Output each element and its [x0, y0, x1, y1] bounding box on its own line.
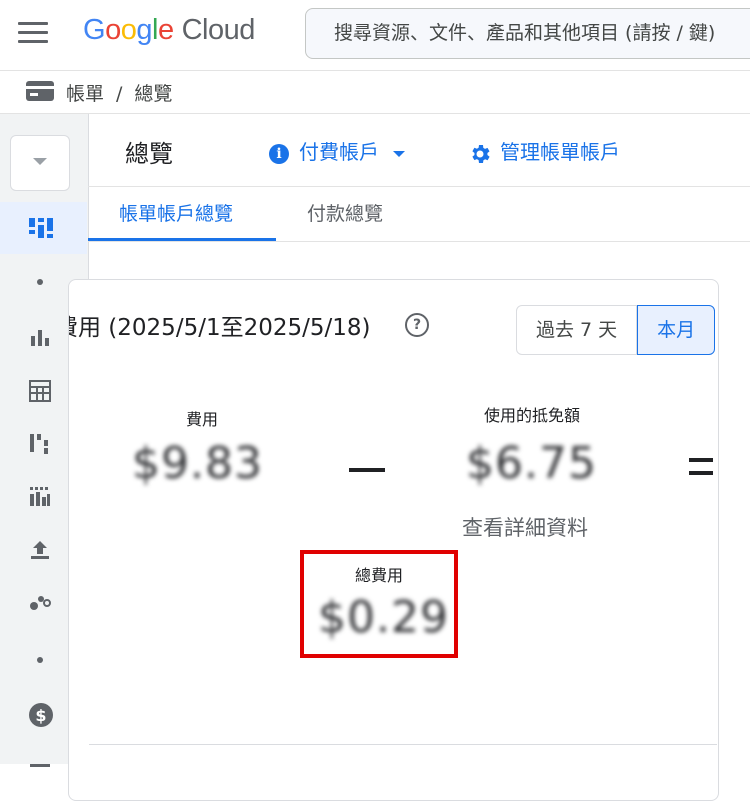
tab-bar: 帳單帳戶總覽 付款總覽 [88, 187, 750, 242]
waterfall-chart-icon [30, 434, 48, 454]
total-cost-label: 總費用 [354, 566, 403, 585]
logo-letter: G [83, 14, 106, 46]
tab-billing-account-overview[interactable]: 帳單帳戶總覽 [119, 187, 233, 241]
range-this-month-button[interactable]: 本月 [637, 305, 716, 355]
manage-billing-accounts-button[interactable]: 管理帳單帳戶 [468, 136, 620, 166]
nodes-icon [30, 596, 51, 610]
manage-billing-accounts-label: 管理帳單帳戶 [500, 140, 620, 164]
cost-card-title: 費用 (2025/5/1至2025/5/18) [68, 315, 371, 341]
logo-letter: e [157, 14, 174, 46]
rail-item-overview[interactable] [0, 202, 87, 254]
cost-value: $9.83 [132, 438, 263, 489]
range-last-7-days-button[interactable]: 過去 7 天 [516, 305, 638, 355]
dollar-icon: $ [29, 703, 53, 727]
card-divider [89, 744, 717, 745]
breadcrumb-text: 帳單 / 總覽 [66, 79, 172, 106]
equals-sign [689, 458, 713, 484]
logo-cloud-text: Cloud [181, 14, 256, 46]
credits-label: 使用的抵免額 [483, 406, 580, 425]
logo-letter: o [105, 14, 121, 46]
active-tab-indicator [88, 238, 276, 241]
billing-account-dropdown[interactable]: i 付費帳戶 [269, 136, 405, 164]
list-icon [30, 764, 50, 767]
total-cost-amount: $0.29 [318, 592, 449, 643]
view-details-link[interactable]: 查看詳細資料 [462, 512, 588, 542]
menu-icon[interactable] [18, 22, 48, 48]
rail-dropdown-button[interactable] [10, 135, 70, 191]
billing-card-icon [26, 81, 54, 101]
dotted-bar-chart-icon [30, 487, 50, 506]
total-cost-highlight: 總費用 $0.29 [300, 550, 458, 658]
breadcrumb-separator: / [116, 83, 123, 105]
caret-down-icon [393, 150, 405, 157]
info-icon: i [269, 143, 289, 164]
cost-label: 費用 [185, 410, 218, 429]
cost-amount: $9.83 [132, 438, 263, 489]
tab-payment-overview[interactable]: 付款總覽 [307, 187, 383, 241]
credits-value: $6.75 [466, 438, 597, 489]
cost-summary-card: 費用 (2025/5/1至2025/5/18) ? 過去 7 天 本月 費用 $… [68, 279, 719, 801]
svg-text:$: $ [35, 706, 46, 725]
breadcrumb-item-billing[interactable]: 帳單 [66, 83, 104, 105]
total-cost-value: $0.29 [318, 592, 449, 643]
logo-letter: o [120, 14, 137, 46]
google-cloud-logo[interactable]: Google Cloud [83, 14, 255, 47]
help-icon[interactable]: ? [405, 313, 429, 337]
top-bar: Google Cloud 搜尋資源、文件、產品和其他項目 (請按 / 鍵) [0, 0, 750, 71]
table-icon [29, 380, 51, 402]
dashboard-icon [29, 218, 53, 238]
credits-amount: $6.75 [466, 438, 597, 489]
upload-icon [31, 541, 49, 559]
search-input[interactable]: 搜尋資源、文件、產品和其他項目 (請按 / 鍵) [305, 8, 750, 59]
main-content: 總覽 i 付費帳戶 管理帳單帳戶 帳單帳戶總覽 付款總覽 費用 (2025/5/1… [68, 114, 750, 801]
gear-icon [472, 144, 490, 163]
bar-chart-icon [31, 330, 49, 346]
breadcrumb-item-overview: 總覽 [134, 83, 173, 105]
breadcrumb: 帳單 / 總覽 [0, 71, 750, 114]
page-title: 總覽 [125, 140, 173, 168]
date-range-toggle: 過去 7 天 本月 [516, 305, 716, 355]
rail-separator-dot [37, 279, 43, 285]
billing-account-label: 付費帳戶 [299, 140, 379, 164]
rail-separator-dot [37, 657, 43, 663]
minus-sign [349, 468, 385, 472]
logo-letter: g [136, 14, 152, 46]
title-bar: 總覽 i 付費帳戶 管理帳單帳戶 [88, 114, 750, 187]
